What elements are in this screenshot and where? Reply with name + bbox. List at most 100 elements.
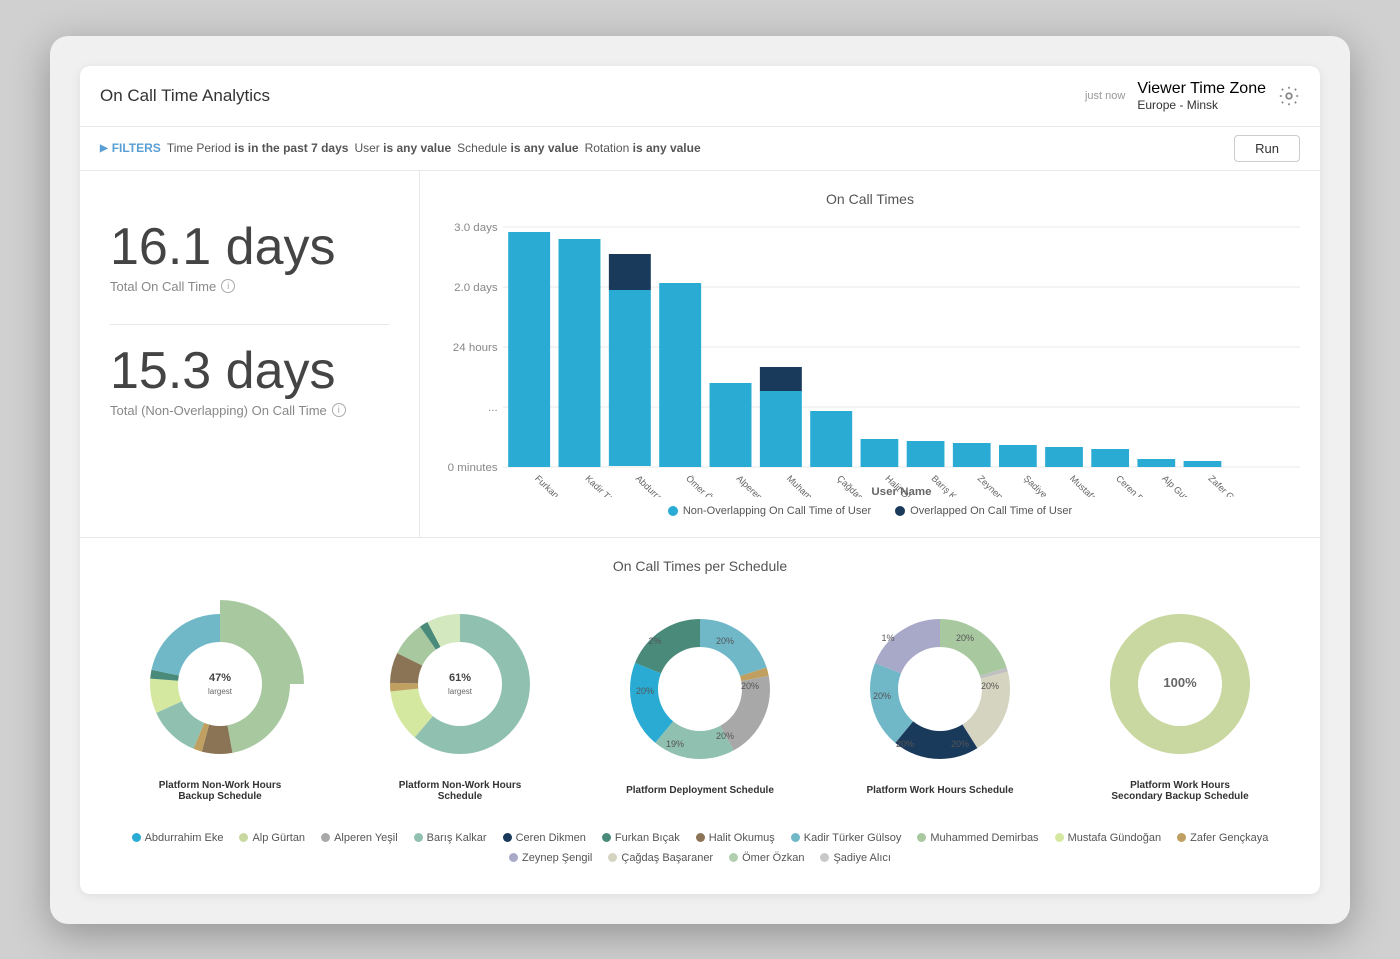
bar-halit [861, 439, 899, 467]
filters-label-text: FILTERS [112, 141, 161, 155]
run-button[interactable]: Run [1234, 135, 1300, 162]
legend-overlap: Overlapped On Call Time of User [895, 505, 1072, 517]
donut-svg-4: 20% 1% 20% 20% 20% 20% [850, 599, 1030, 779]
svg-text:47%: 47% [209, 672, 231, 684]
svg-text:Furkan Bıçak: Furkan Bıçak [533, 473, 580, 497]
bar-abdurrahim-overlap [609, 254, 651, 290]
filter-schedule: Schedule is any value [457, 141, 578, 155]
stat-value-total: 16.1 days [110, 221, 389, 273]
legend-alp: Alp Gürtan [239, 832, 305, 844]
bar-muhammed-overlap [760, 367, 802, 391]
bar-mustafa [1045, 447, 1083, 467]
bar-zeynep [953, 443, 991, 467]
legend-abdurrahim: Abdurrahim Eke [132, 832, 224, 844]
svg-text:20%: 20% [873, 691, 891, 701]
bar-alp [1137, 459, 1175, 467]
filters-toggle[interactable]: ▶ FILTERS [100, 141, 161, 155]
bar-omer [659, 283, 701, 467]
settings-icon[interactable] [1278, 85, 1300, 107]
bar-alperen [710, 383, 752, 467]
color-dot-abdurrahim [132, 833, 141, 842]
chart-panel: On Call Times 3.0 days 2.0 days 24 hours… [420, 171, 1320, 537]
donut-5: 100% Platform Work Hours Secondary Backu… [1075, 594, 1285, 802]
legend-omer: Ömer Özkan [729, 852, 804, 864]
bottom-section: On Call Times per Schedule [80, 538, 1320, 894]
svg-text:largest: largest [208, 687, 233, 696]
color-dot-mustafa [1055, 833, 1064, 842]
bar-cagdas [810, 411, 852, 467]
device-frame: On Call Time Analytics just now Viewer T… [50, 36, 1350, 924]
svg-text:Şadiye Alıcı: Şadiye Alıcı [1022, 473, 1064, 497]
svg-text:Alp Gurtan: Alp Gurtan [1160, 473, 1199, 497]
svg-text:3.0 days: 3.0 days [454, 222, 498, 234]
bar-zafer [1184, 461, 1222, 467]
bar-chart-title: On Call Times [440, 191, 1300, 207]
info-icon-non-overlap[interactable]: i [332, 403, 346, 417]
svg-text:19%: 19% [666, 739, 684, 749]
svg-text:Zeynep Şengil: Zeynep Şengil [976, 473, 1026, 497]
header-right: just now Viewer Time Zone Europe - Minsk [1085, 80, 1300, 112]
filters-bar: ▶ FILTERS Time Period is in the past 7 d… [80, 127, 1320, 171]
stat-non-overlapping: 15.3 days Total (Non-Overlapping) On Cal… [110, 324, 389, 438]
donut-label-1: Platform Non-Work Hours Backup Schedule [145, 780, 295, 802]
color-dot-zafer [1177, 833, 1186, 842]
svg-text:20%: 20% [716, 636, 734, 646]
filter-user: User is any value [354, 141, 451, 155]
svg-text:Ceren Dikmen: Ceren Dikmen [1114, 473, 1164, 497]
svg-text:20%: 20% [896, 739, 914, 749]
dashboard: On Call Time Analytics just now Viewer T… [80, 66, 1320, 894]
stat-label-non-overlap: Total (Non-Overlapping) On Call Time i [110, 403, 389, 418]
donut-4: 20% 1% 20% 20% 20% 20% Platform Work Hou… [835, 599, 1045, 796]
donut-row: 47% largest Platform Non-Work Hours Back… [100, 594, 1300, 802]
legend-halit: Halit Okumuş [696, 832, 775, 844]
color-dot-zeynep [509, 853, 518, 862]
info-icon-total[interactable]: i [221, 279, 235, 293]
donut-3: 20% 2% 20% 20% 19% 20% Platform Deployme… [595, 599, 805, 796]
svg-text:...: ... [488, 402, 498, 414]
legend-dot-non-overlap [668, 506, 678, 516]
filter-rotation: Rotation is any value [585, 141, 701, 155]
legend-baris: Barış Kalkar [414, 832, 487, 844]
main-content: 16.1 days Total On Call Time i 15.3 days… [80, 171, 1320, 538]
svg-text:0 minutes: 0 minutes [448, 462, 498, 474]
header: On Call Time Analytics just now Viewer T… [80, 66, 1320, 127]
color-dot-cagdas [608, 853, 617, 862]
filters-arrow: ▶ [100, 143, 108, 154]
legend-dot-overlap [895, 506, 905, 516]
last-updated: just now [1085, 90, 1125, 102]
color-dot-ceren [503, 833, 512, 842]
stat-total-on-call: 16.1 days Total On Call Time i [110, 201, 389, 314]
bar-sadiye [999, 445, 1037, 467]
donut-label-4: Platform Work Hours Schedule [866, 785, 1013, 796]
svg-text:61%: 61% [449, 672, 471, 684]
bar-chart-svg: 3.0 days 2.0 days 24 hours ... 0 minutes… [440, 217, 1300, 497]
svg-text:20%: 20% [981, 681, 999, 691]
donut-svg-1: 47% largest [130, 594, 310, 774]
donut-section-title: On Call Times per Schedule [100, 558, 1300, 574]
svg-text:20%: 20% [716, 731, 734, 741]
legend-muhammed: Muhammed Demirbas [917, 832, 1038, 844]
svg-text:2%: 2% [648, 636, 661, 646]
color-dot-sadiye [820, 853, 829, 862]
legend-alperen: Alperen Yeşil [321, 832, 398, 844]
svg-text:Alperen Yeşil: Alperen Yeşil [734, 473, 780, 497]
svg-text:User Name: User Name [871, 486, 931, 497]
svg-text:Abdurrahim Eke: Abdurrahim Eke [634, 473, 689, 497]
bar-chart-wrapper: 3.0 days 2.0 days 24 hours ... 0 minutes… [440, 217, 1300, 497]
donut-svg-5: 100% [1090, 594, 1270, 774]
legend-cagdas: Çağdaş Başaraner [608, 852, 713, 864]
legend-zeynep: Zeynep Şengil [509, 852, 592, 864]
color-dot-alperen [321, 833, 330, 842]
donut-label-3: Platform Deployment Schedule [626, 785, 774, 796]
svg-text:20%: 20% [636, 686, 654, 696]
stat-value-non-overlap: 15.3 days [110, 345, 389, 397]
svg-text:1%: 1% [881, 633, 894, 643]
svg-text:largest: largest [448, 687, 473, 696]
legend-kadir: Kadir Türker Gülsoy [791, 832, 902, 844]
bar-muhammed-non [760, 391, 802, 467]
bar-baris [907, 441, 945, 467]
bar-kadir [559, 239, 601, 467]
legend-mustafa: Mustafa Gündoğan [1055, 832, 1162, 844]
svg-text:20%: 20% [951, 739, 969, 749]
legend-non-overlap: Non-Overlapping On Call Time of User [668, 505, 871, 517]
